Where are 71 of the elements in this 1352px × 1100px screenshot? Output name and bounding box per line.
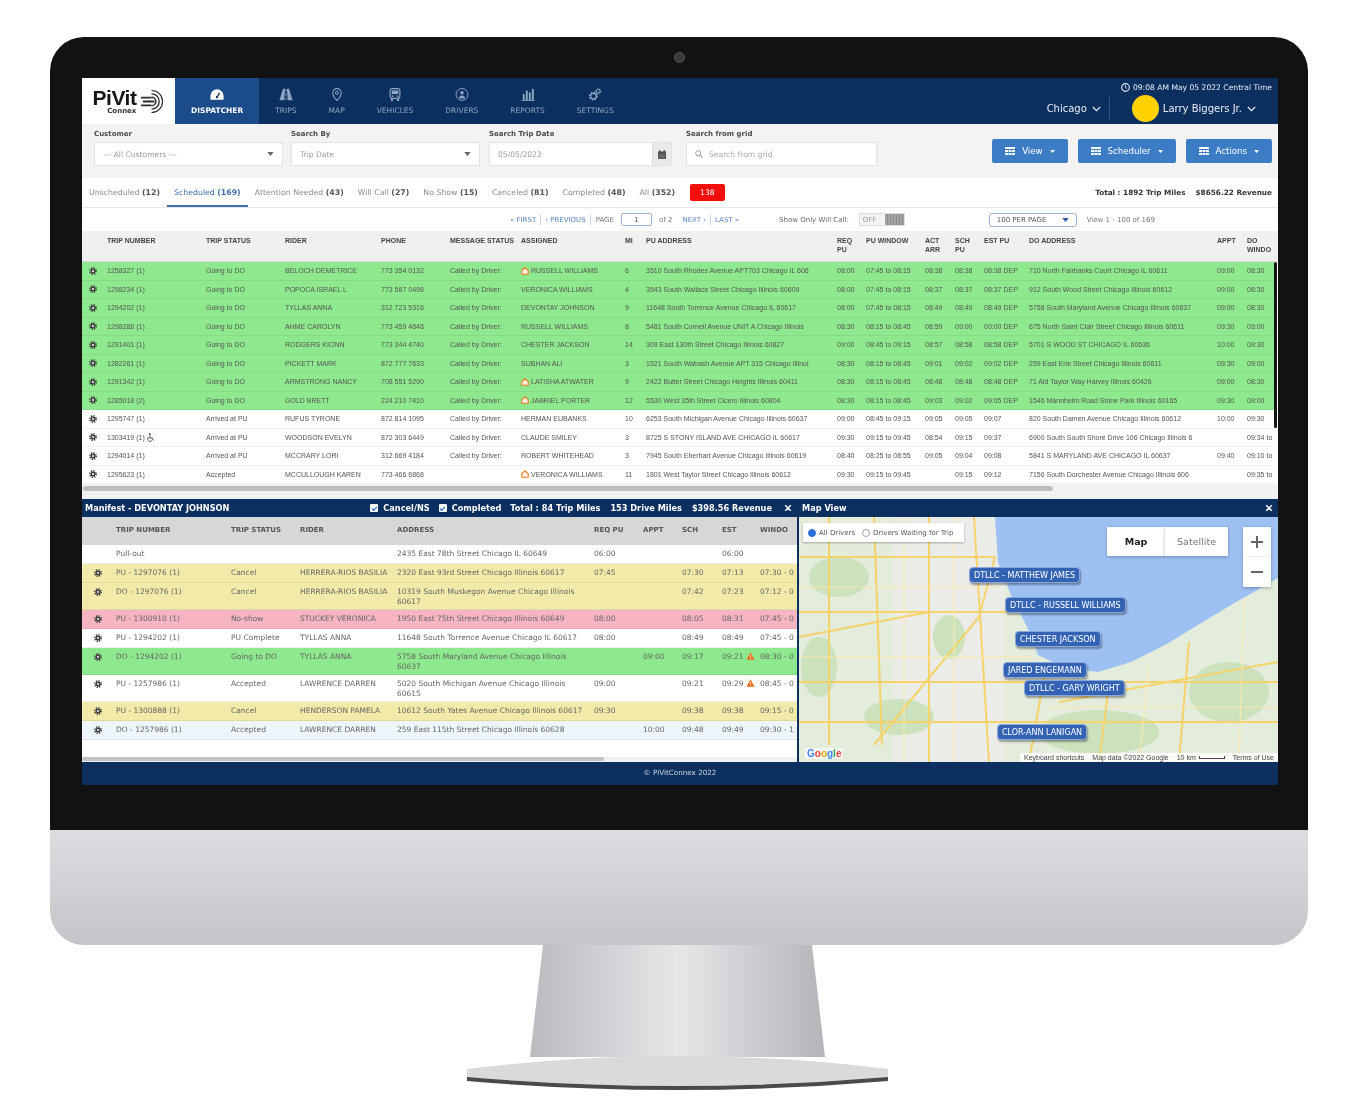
bar-chart-icon <box>520 87 535 101</box>
caret-icon <box>1157 149 1163 153</box>
map-logo: Google <box>805 748 844 759</box>
gear-icon[interactable] <box>93 615 102 623</box>
radio-button[interactable] <box>808 528 816 537</box>
gear-icon[interactable] <box>89 266 97 275</box>
caret-icon <box>267 152 274 156</box>
user-menu[interactable]: Larry Biggers Jr. <box>1162 103 1256 114</box>
grid-icon <box>1198 147 1209 155</box>
panel-title: Manifest - DEVONTAY JOHNSON <box>85 503 230 513</box>
avatar-icon[interactable] <box>1131 95 1159 122</box>
checkbox-label[interactable]: Completed <box>451 503 502 513</box>
gear-icon[interactable] <box>93 634 102 642</box>
caret-icon <box>1061 217 1069 222</box>
checkbox[interactable] <box>438 504 447 512</box>
summary-total: $398.56 Revenue <box>691 503 772 513</box>
calendar-button[interactable] <box>653 142 672 166</box>
checkbox-label[interactable]: Cancel/NS <box>383 503 430 513</box>
driver-marker[interactable]: JARED ENGEMANN <box>1003 662 1087 678</box>
map-pin-icon <box>329 87 344 101</box>
actions-button[interactable]: Actions <box>1185 139 1272 163</box>
chevron-down-icon <box>1247 105 1256 112</box>
summary-total: Total : 84 Trip Miles <box>510 503 601 513</box>
chevron-down-icon <box>1091 105 1101 112</box>
radio-button[interactable] <box>862 528 871 537</box>
gear-icon[interactable] <box>93 653 102 661</box>
driver-marker[interactable]: CLOR-ANN LANIGAN <box>997 724 1088 740</box>
calendar-icon <box>658 149 666 159</box>
minus-icon <box>1251 571 1263 573</box>
logo-text: PiVit <box>92 87 137 107</box>
person-icon <box>454 87 469 101</box>
map-type-button[interactable]: Satellite <box>1165 527 1228 556</box>
caret-icon <box>1254 149 1259 153</box>
city-selector[interactable]: Chicago <box>1046 103 1101 114</box>
gear-icon[interactable] <box>93 680 102 688</box>
logo-icon <box>140 88 165 114</box>
scheduler-button[interactable]: Scheduler <box>1077 139 1176 163</box>
plus-icon <box>1251 536 1263 548</box>
horizontal-scrollbar[interactable] <box>82 757 797 762</box>
caret-icon <box>1049 149 1055 153</box>
gear-icon[interactable] <box>93 569 102 577</box>
grid-icon <box>1005 147 1016 155</box>
driver-marker[interactable]: DTLLC - GARY WRIGHT <box>1024 680 1125 696</box>
close-icon[interactable] <box>784 504 792 512</box>
panel-title: Map View <box>802 503 847 513</box>
zoom-out-button[interactable] <box>1243 557 1271 587</box>
scale-bar-icon <box>1198 756 1225 759</box>
close-icon[interactable] <box>1265 504 1273 512</box>
gears-icon <box>588 87 603 101</box>
gear-icon[interactable] <box>93 726 102 734</box>
map-type-button[interactable]: Map <box>1107 527 1166 556</box>
gear-icon[interactable] <box>89 470 97 479</box>
gauge-icon <box>210 87 225 101</box>
driver-marker[interactable]: DTLLC - RUSSELL WILLIAMS <box>1005 597 1126 613</box>
checkbox[interactable] <box>370 504 379 512</box>
gear-icon[interactable] <box>93 588 102 596</box>
bus-icon <box>388 87 402 101</box>
driver-marker[interactable]: DTLLC - MATTHEW JAMES <box>969 567 1081 583</box>
scrollbar-thumb[interactable] <box>1274 262 1277 428</box>
clock-icon <box>1120 82 1130 92</box>
gear-icon[interactable] <box>93 707 102 715</box>
caret-icon <box>464 152 471 156</box>
search-icon <box>695 150 703 158</box>
view-button[interactable]: View <box>992 139 1068 163</box>
horizontal-scrollbar[interactable] <box>82 484 1278 499</box>
zoom-in-button[interactable] <box>1243 527 1271 557</box>
road-icon <box>278 87 293 101</box>
summary-total: 153 Drive Miles <box>610 503 682 513</box>
driver-marker[interactable]: CHESTER JACKSON <box>1015 631 1101 647</box>
webcam-icon <box>674 52 685 63</box>
grid-icon <box>1090 147 1101 155</box>
